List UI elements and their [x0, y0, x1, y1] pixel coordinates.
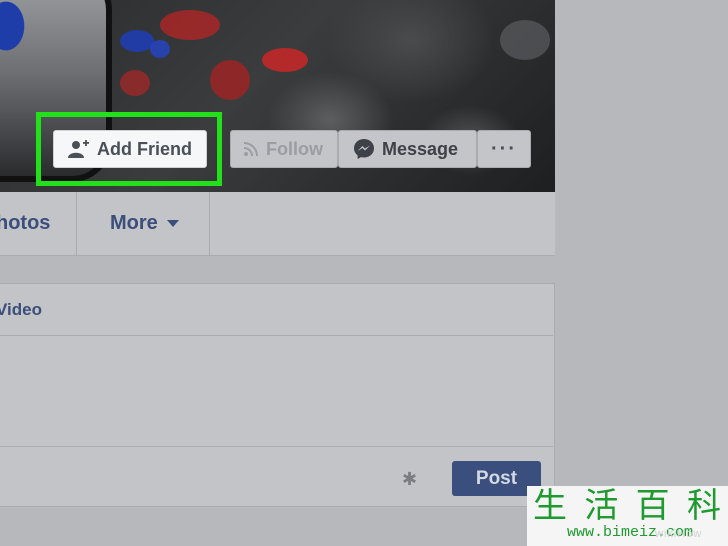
profile-nav: hotos More — [0, 192, 555, 256]
watermark-char: 科 — [686, 486, 723, 526]
paint-splash — [120, 30, 154, 52]
paint-splash — [160, 10, 220, 40]
follow-label: Follow — [266, 138, 323, 159]
tab-photos[interactable]: hotos — [0, 192, 78, 255]
follow-button[interactable]: Follow — [230, 130, 338, 168]
composer-text-area[interactable] — [0, 336, 553, 446]
nav-divider — [209, 192, 210, 255]
tab-more[interactable]: More — [110, 192, 179, 255]
paint-splash — [500, 20, 550, 60]
paint-splash — [150, 40, 170, 58]
add-friend-icon — [68, 140, 89, 158]
add-friend-label: Add Friend — [97, 138, 192, 159]
message-label: Message — [382, 138, 459, 159]
add-friend-button[interactable]: Add Friend — [53, 130, 207, 168]
post-composer: Video ✱ Post — [0, 283, 555, 507]
watermark-logo: 生 活 百 科 — [533, 488, 723, 524]
watermark-faint: wikiHow — [655, 528, 703, 540]
tab-photos-label: hotos — [0, 212, 51, 234]
photo-video-tab[interactable]: Video — [0, 300, 42, 320]
paint-splash — [210, 60, 250, 100]
paint-splash — [120, 70, 150, 96]
more-options-button[interactable]: ··· — [477, 130, 531, 168]
more-options-icon: ··· — [491, 137, 517, 160]
caret-down-icon — [166, 220, 179, 227]
messenger-icon — [354, 139, 374, 159]
gear-icon[interactable]: ✱ — [402, 470, 417, 488]
message-button[interactable]: Message — [338, 130, 477, 168]
composer-footer: ✱ Post — [0, 446, 553, 506]
paint-splash — [262, 48, 308, 72]
watermark-char: 活 — [584, 486, 621, 526]
watermark-char: 百 — [635, 486, 672, 526]
watermark-char: 生 — [533, 486, 569, 526]
rss-icon — [243, 142, 258, 157]
tab-more-label: More — [110, 212, 158, 234]
composer-header: Video — [0, 284, 553, 336]
post-label: Post — [475, 467, 518, 489]
